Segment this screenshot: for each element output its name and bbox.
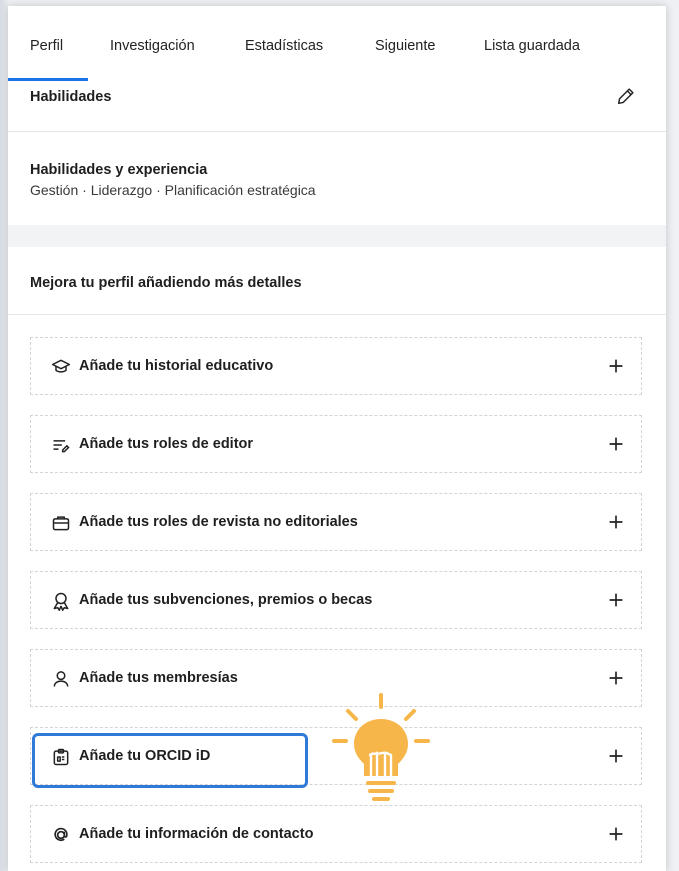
skills-list: Gestión · Liderazgo · Planificación estr… (30, 182, 316, 198)
tab-siguiente[interactable]: Siguiente (375, 38, 435, 54)
tab-investigacion[interactable]: Investigación (110, 38, 195, 54)
divider (8, 314, 666, 315)
skills-subtitle: Habilidades y experiencia (30, 162, 208, 178)
row-label: Añade tu información de contacto (79, 826, 314, 842)
plus-icon[interactable] (605, 667, 627, 689)
graduation-cap-icon (51, 359, 71, 373)
add-grants-awards-row[interactable]: Añade tus subvenciones, premios o becas (30, 571, 642, 629)
row-label: Añade tus roles de editor (79, 436, 254, 452)
profile-panel: Perfil Investigación Estadísticas Siguie… (8, 6, 666, 871)
row-label: Añade tu historial educativo (79, 358, 274, 374)
plus-icon[interactable] (605, 433, 627, 455)
tab-estadisticas[interactable]: Estadísticas (245, 38, 323, 54)
row-label: Añade tus membresías (79, 670, 238, 686)
award-ribbon-icon (53, 592, 69, 611)
tab-lista-guardada[interactable]: Lista guardada (484, 38, 580, 54)
add-contact-info-row[interactable]: Añade tu información de contacto (30, 805, 642, 863)
skills-title: Habilidades (30, 89, 112, 105)
plus-icon[interactable] (605, 745, 627, 767)
skills-card: Habilidades Habilidades y experiencia Ge… (8, 81, 666, 225)
id-card-icon (53, 748, 69, 766)
add-education-row[interactable]: Añade tu historial educativo (30, 337, 642, 395)
add-editor-roles-row[interactable]: Añade tus roles de editor (30, 415, 642, 473)
plus-icon[interactable] (605, 589, 627, 611)
row-label: Añade tus subvenciones, premios o becas (79, 592, 373, 608)
at-sign-icon (54, 827, 68, 842)
divider (8, 131, 666, 132)
tab-perfil[interactable]: Perfil (30, 38, 63, 54)
plus-icon[interactable] (605, 823, 627, 845)
pencil-icon[interactable] (615, 85, 637, 107)
briefcase-icon (52, 516, 70, 531)
add-journal-roles-row[interactable]: Añade tus roles de revista no editoriale… (30, 493, 642, 551)
editor-list-icon (53, 440, 70, 453)
tab-bar: Perfil Investigación Estadísticas Siguie… (8, 6, 666, 82)
person-icon (53, 671, 69, 687)
plus-icon[interactable] (605, 511, 627, 533)
row-label: Añade tu ORCID iD (79, 748, 211, 764)
plus-icon[interactable] (605, 355, 627, 377)
lightbulb-icon (332, 693, 430, 801)
improve-profile-card: Mejora tu perfil añadiendo más detalles … (8, 247, 666, 871)
improve-title: Mejora tu perfil añadiendo más detalles (30, 275, 302, 291)
row-label: Añade tus roles de revista no editoriale… (79, 514, 358, 530)
